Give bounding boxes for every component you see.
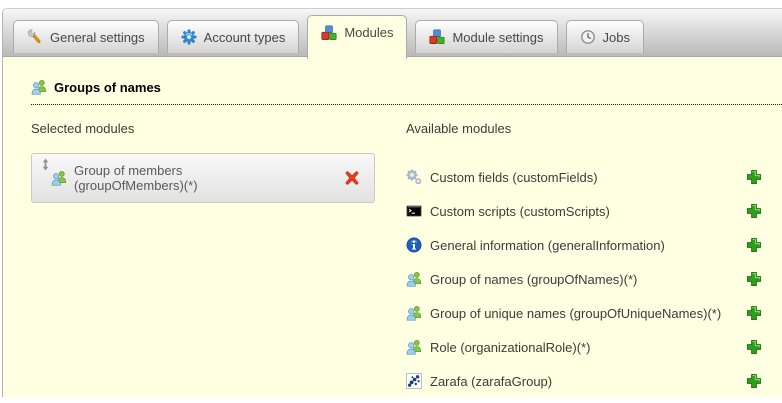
available-module-row: Zarafa (zarafaGroup) bbox=[406, 364, 762, 398]
available-module-label: Zarafa (zarafaGroup) bbox=[430, 374, 552, 389]
group-icon bbox=[406, 271, 422, 287]
tab-label: Jobs bbox=[603, 30, 630, 45]
selected-module-item[interactable]: Group of members (groupOfMembers)(*) bbox=[31, 153, 375, 203]
available-module-row: Group of unique names (groupOfUniqueName… bbox=[406, 296, 762, 330]
available-module-label: Custom fields (customFields) bbox=[430, 170, 598, 185]
modules-tab-content: Groups of names Selected modules Group o… bbox=[3, 57, 782, 397]
selected-modules-column: Selected modules Group of members (group… bbox=[31, 121, 381, 398]
tab-label: Account types bbox=[204, 30, 286, 45]
selected-modules-heading: Selected modules bbox=[31, 121, 381, 136]
tab-account-types[interactable]: Account types bbox=[167, 20, 300, 53]
add-plus-icon bbox=[746, 237, 762, 253]
add-plus-icon bbox=[746, 305, 762, 321]
available-module-label: General information (generalInformation) bbox=[430, 238, 665, 253]
selected-module-label: Group of members (groupOfMembers)(*) bbox=[74, 163, 279, 193]
zarafa-icon bbox=[406, 373, 422, 389]
add-module-button[interactable] bbox=[746, 271, 762, 287]
add-plus-icon bbox=[746, 169, 762, 185]
available-module-row: Custom fields (customFields) bbox=[406, 160, 762, 194]
wrench-icon bbox=[27, 29, 43, 45]
available-module-label: Group of names (groupOfNames)(*) bbox=[430, 272, 637, 287]
tab-module-settings[interactable]: Module settings bbox=[415, 20, 557, 53]
group-icon bbox=[51, 170, 67, 186]
available-module-row: Role (organizationalRole)(*) bbox=[406, 330, 762, 364]
terminal-icon bbox=[406, 203, 422, 219]
sort-handle-icon[interactable] bbox=[41, 158, 50, 171]
available-module-row: Group of names (groupOfNames)(*) bbox=[406, 262, 762, 296]
add-module-button[interactable] bbox=[746, 169, 762, 185]
tab-general-settings[interactable]: General settings bbox=[13, 20, 159, 53]
info-icon bbox=[406, 237, 422, 253]
tab-bar: General settings Account types Modules M… bbox=[3, 9, 782, 57]
tab-modules[interactable]: Modules bbox=[307, 15, 407, 59]
add-plus-icon bbox=[746, 203, 762, 219]
delete-x-icon bbox=[344, 170, 360, 186]
tab-label: Module settings bbox=[452, 30, 543, 45]
modules-cubes-icon bbox=[429, 29, 445, 45]
add-plus-icon bbox=[746, 373, 762, 389]
add-plus-icon bbox=[746, 271, 762, 287]
modules-cubes-icon bbox=[321, 25, 337, 41]
tab-jobs[interactable]: Jobs bbox=[566, 20, 644, 53]
gears-icon bbox=[406, 169, 422, 185]
group-icon bbox=[406, 305, 422, 321]
remove-module-button[interactable] bbox=[344, 170, 360, 186]
add-module-button[interactable] bbox=[746, 203, 762, 219]
available-modules-heading: Available modules bbox=[406, 121, 762, 136]
add-module-button[interactable] bbox=[746, 339, 762, 355]
tab-label: Modules bbox=[344, 25, 393, 40]
group-icon bbox=[406, 339, 422, 355]
available-module-label: Role (organizationalRole)(*) bbox=[430, 340, 590, 355]
add-plus-icon bbox=[746, 339, 762, 355]
available-module-label: Custom scripts (customScripts) bbox=[430, 204, 610, 219]
available-module-row: General information (generalInformation) bbox=[406, 228, 762, 262]
available-module-label: Group of unique names (groupOfUniqueName… bbox=[430, 306, 721, 321]
add-module-button[interactable] bbox=[746, 237, 762, 253]
available-modules-column: Available modules Custom fields (customF… bbox=[406, 121, 762, 398]
group-icon bbox=[31, 79, 47, 95]
add-module-button[interactable] bbox=[746, 305, 762, 321]
module-columns: Selected modules Group of members (group… bbox=[31, 121, 782, 398]
available-module-row: Custom scripts (customScripts) bbox=[406, 194, 762, 228]
available-modules-list: Custom fields (customFields) Custom scri… bbox=[406, 160, 762, 398]
tab-label: General settings bbox=[50, 30, 145, 45]
section-title: Groups of names bbox=[31, 79, 782, 105]
add-module-button[interactable] bbox=[746, 373, 762, 389]
section-title-label: Groups of names bbox=[54, 80, 161, 95]
clock-icon bbox=[580, 29, 596, 45]
settings-panel: General settings Account types Modules M… bbox=[2, 8, 782, 397]
selected-modules-list: Group of members (groupOfMembers)(*) bbox=[31, 153, 381, 203]
gear-icon bbox=[181, 29, 197, 45]
